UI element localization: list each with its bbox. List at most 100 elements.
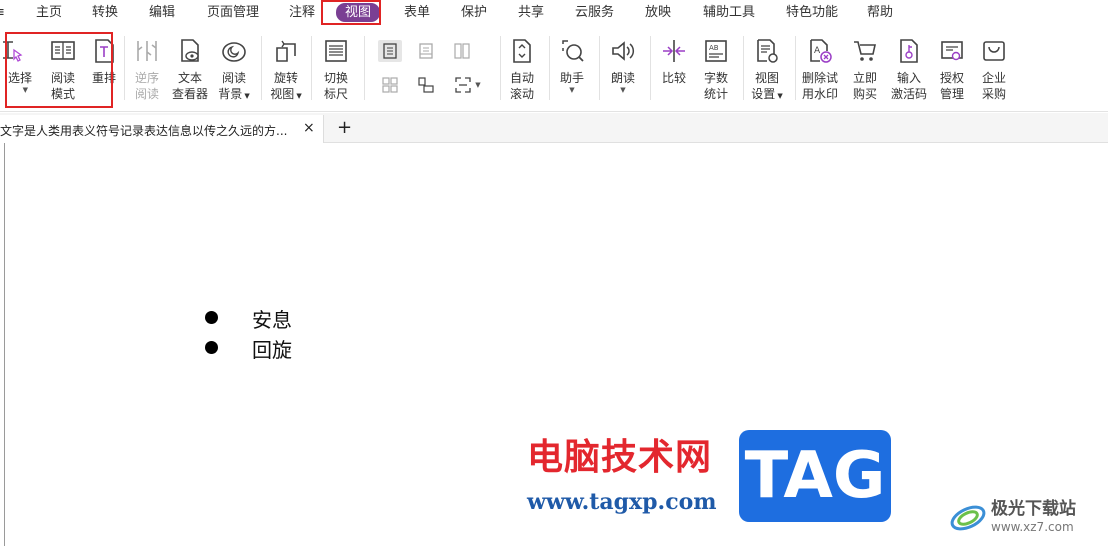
document-tab[interactable]: 文字是人类用表义符号记录表达信息以传之久远的方... ×: [0, 115, 324, 143]
ribbon-toolbar: 选择 ▼ 阅读 模式 重排 逆序 阅读 文本 查看器 阅读 背景 ▼ 旋转 视图…: [0, 26, 1108, 112]
bullet-icon: [205, 341, 218, 354]
separate-cover-icon: [418, 77, 434, 93]
menu-bar: ≡ 主页 转换 编辑 页面管理 注释 视图 表单 保护 共享 云服务 放映 辅助…: [0, 0, 1108, 26]
text-viewer-label-1: 文本: [177, 71, 202, 85]
assistant-icon: [559, 38, 585, 64]
document-tab-bar: 文字是人类用表义符号记录表达信息以传之久远的方... × +: [0, 113, 1108, 143]
new-tab-button[interactable]: +: [337, 117, 352, 138]
read-aloud-button[interactable]: 朗读 ▼: [600, 34, 646, 108]
watermark-url: www.tagxp.com: [527, 489, 717, 515]
menu-file-stub[interactable]: ≡: [0, 4, 5, 21]
enterprise-purchase-button[interactable]: 企业 采购: [971, 34, 1017, 108]
chevron-down-icon: ▼: [620, 86, 626, 94]
two-page-button[interactable]: [450, 40, 474, 62]
chevron-down-icon: ▼: [569, 86, 575, 94]
view-settings-button[interactable]: 视图 设置 ▼: [744, 34, 790, 108]
menu-protect[interactable]: 保护: [461, 4, 487, 21]
text-viewer-button[interactable]: 文本 查看器: [167, 34, 213, 108]
read-mode-label-2: 模式: [50, 87, 75, 101]
read-background-button[interactable]: 阅读 背景 ▼: [211, 34, 257, 108]
continuous-page-icon: [419, 43, 433, 59]
auto-scroll-label-1: 自动: [509, 71, 534, 85]
word-count-button[interactable]: AB 字数 统计: [693, 34, 739, 108]
menu-edit[interactable]: 编辑: [149, 4, 175, 21]
compare-button[interactable]: 比较: [651, 34, 697, 108]
reflow-icon: [91, 38, 117, 64]
ribbon-separator: [311, 36, 312, 100]
assistant-label: 助手: [559, 71, 584, 85]
activation-code-button[interactable]: 输入 激活码: [886, 34, 932, 108]
menu-help[interactable]: 帮助: [867, 4, 893, 21]
read-background-icon: [221, 38, 247, 64]
word-count-icon: AB: [703, 38, 729, 64]
watermark-site-url: www.xz7.com: [991, 520, 1074, 534]
view-settings-label-1: 视图: [754, 71, 779, 85]
read-aloud-label: 朗读: [610, 71, 635, 85]
menu-share[interactable]: 共享: [518, 4, 544, 21]
rotate-view-label-2: 视图 ▼: [270, 87, 302, 101]
compare-label: 比较: [661, 71, 686, 85]
menu-home[interactable]: 主页: [36, 4, 62, 21]
read-mode-label-1: 阅读: [50, 71, 75, 85]
toggle-ruler-label-1: 切换: [323, 71, 348, 85]
license-manage-label-2: 管理: [939, 87, 964, 101]
menu-convert[interactable]: 转换: [92, 4, 118, 21]
continuous-page-button[interactable]: [414, 40, 438, 62]
menu-view[interactable]: 视图: [336, 3, 381, 22]
page-split-icon: [455, 77, 471, 93]
compare-icon: [661, 38, 687, 64]
text-viewer-icon: [177, 38, 203, 64]
activation-code-label-2: 激活码: [890, 87, 927, 101]
view-settings-label-2: 设置 ▼: [751, 87, 783, 101]
select-tool-label: 选择: [7, 71, 32, 85]
auto-scroll-icon: [509, 38, 535, 64]
remove-watermark-icon: A: [807, 38, 833, 64]
ribbon-separator: [364, 36, 365, 100]
read-mode-button[interactable]: 阅读 模式: [40, 34, 86, 108]
ribbon-separator: [261, 36, 262, 100]
license-manage-button[interactable]: 授权 管理: [929, 34, 975, 108]
menu-annotate[interactable]: 注释: [289, 4, 315, 21]
text-select-icon: [0, 38, 24, 64]
auto-scroll-label-2: 滚动: [509, 87, 534, 101]
rotate-view-icon: [273, 38, 299, 64]
reflow-button[interactable]: 重排: [81, 34, 127, 108]
single-page-icon: [383, 43, 397, 59]
auto-scroll-button[interactable]: 自动 滚动: [499, 34, 545, 108]
enterprise-bag-icon: [981, 38, 1007, 64]
buy-now-label-2: 购买: [852, 87, 877, 101]
word-count-label-2: 统计: [703, 87, 728, 101]
menu-cloud[interactable]: 云服务: [575, 4, 614, 21]
two-page-continuous-button[interactable]: [378, 74, 402, 96]
enterprise-purchase-label-2: 采购: [981, 87, 1006, 101]
aurora-logo-icon: [948, 494, 988, 534]
single-page-button[interactable]: [378, 40, 402, 62]
two-page-continuous-icon: [382, 77, 398, 93]
menu-form[interactable]: 表单: [404, 4, 430, 21]
menu-features[interactable]: 特色功能: [786, 4, 838, 21]
page-left-edge: [4, 143, 5, 546]
remove-watermark-button[interactable]: A 删除试 用水印: [797, 34, 843, 108]
close-icon[interactable]: ×: [303, 120, 315, 136]
enterprise-purchase-label-1: 企业: [981, 71, 1006, 85]
separate-cover-button[interactable]: [414, 74, 438, 96]
view-settings-icon: [754, 38, 780, 64]
menu-page-manage[interactable]: 页面管理: [207, 4, 259, 21]
toggle-ruler-button[interactable]: 切换 标尺: [313, 34, 359, 108]
license-icon: [939, 38, 965, 64]
reverse-read-label-2: 阅读: [134, 87, 159, 101]
chevron-down-icon: ▼: [475, 81, 481, 89]
page-split-button[interactable]: ▼: [450, 74, 486, 96]
buy-now-button[interactable]: 立即 购买: [842, 34, 888, 108]
two-page-icon: [454, 43, 470, 59]
select-tool-button[interactable]: 选择 ▼: [0, 34, 34, 108]
remove-watermark-label-2: 用水印: [801, 87, 838, 101]
reverse-read-button[interactable]: 逆序 阅读: [124, 34, 170, 108]
menu-slideshow[interactable]: 放映: [645, 4, 671, 21]
watermark-site-name: 极光下载站: [991, 499, 1076, 519]
rotate-view-button[interactable]: 旋转 视图 ▼: [263, 34, 309, 108]
activation-key-icon: [896, 38, 922, 64]
assistant-button[interactable]: 助手 ▼: [549, 34, 595, 108]
menu-accessibility[interactable]: 辅助工具: [703, 4, 755, 21]
watermark-site-text: 电脑技术网: [527, 437, 713, 478]
